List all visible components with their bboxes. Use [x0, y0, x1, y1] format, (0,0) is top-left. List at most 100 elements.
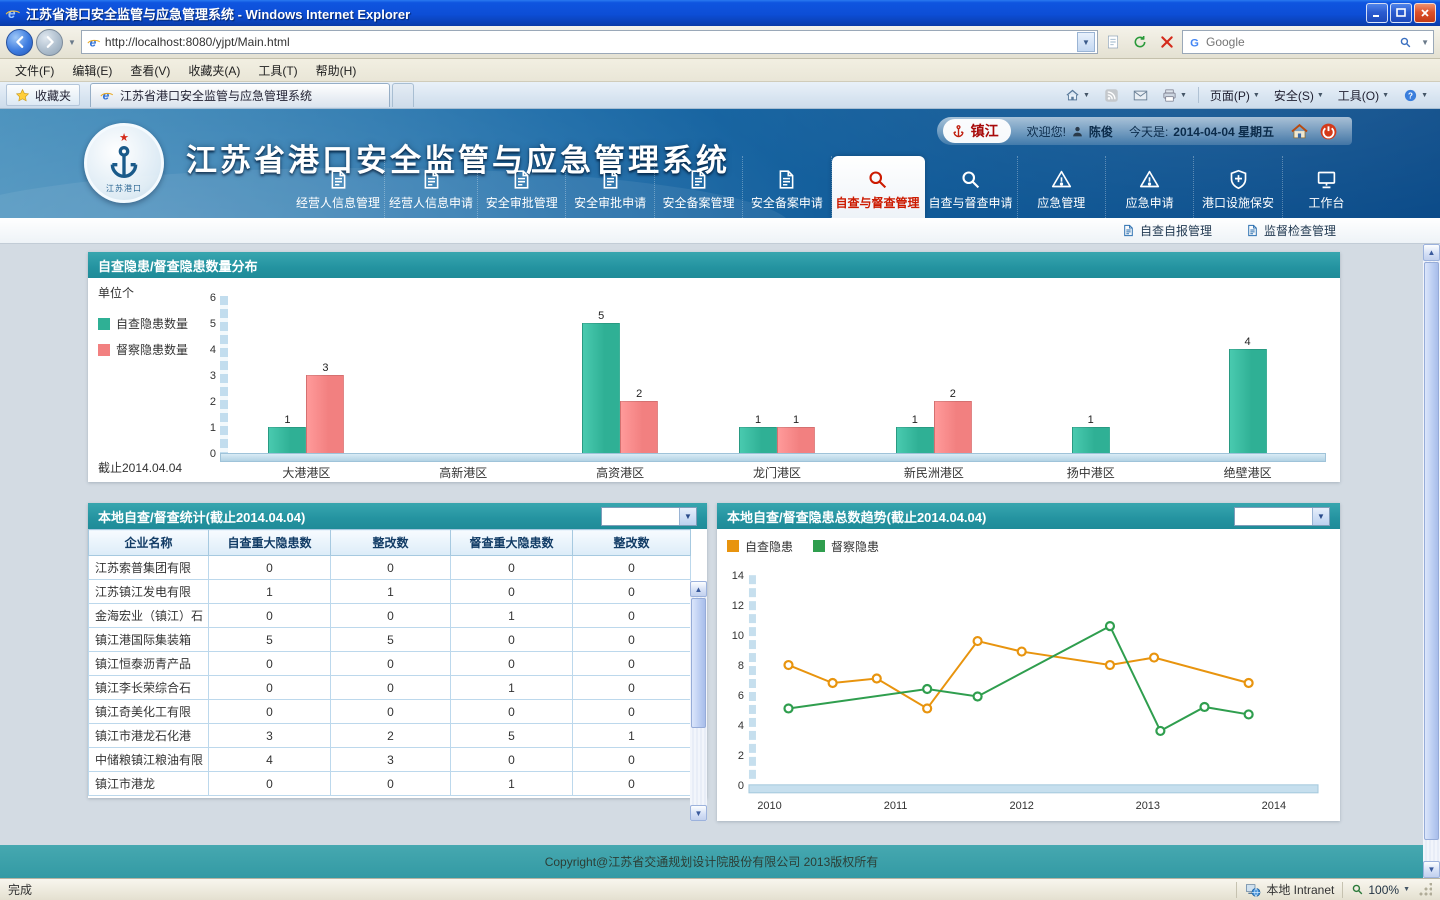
table-scroll-up-icon[interactable]: ▲: [690, 581, 707, 597]
table-row[interactable]: 镇江市港龙石化港3251: [89, 724, 691, 748]
bar[interactable]: [896, 427, 934, 453]
table-row[interactable]: 镇江市港龙0010: [89, 772, 691, 796]
trend-chart: 0246810121420102011201220132014: [727, 557, 1330, 820]
table-row[interactable]: 江苏索普集团有限0000: [89, 556, 691, 580]
home-button[interactable]: ▼: [1059, 84, 1096, 106]
value-cell: 0: [451, 556, 573, 580]
menu-item-4[interactable]: 收藏夹(A): [179, 59, 249, 82]
table-filter-combo[interactable]: ▼: [601, 507, 697, 526]
url-dropdown-icon[interactable]: ▼: [1077, 32, 1095, 52]
page-scroll-down-icon[interactable]: ▼: [1423, 861, 1440, 878]
bar[interactable]: [1229, 349, 1267, 453]
nav-item-10[interactable]: 应急申请: [1106, 156, 1194, 218]
table-row[interactable]: 镇江港国际集装箱5500: [89, 628, 691, 652]
maximize-button[interactable]: [1390, 3, 1412, 23]
svg-text:e: e: [89, 35, 96, 49]
new-tab-button[interactable]: [392, 83, 414, 107]
table-scroll-down-icon[interactable]: ▼: [690, 805, 707, 821]
favorites-button[interactable]: 收藏夹: [6, 84, 80, 106]
table-header-5[interactable]: 整改数: [573, 530, 691, 556]
print-button[interactable]: ▼: [1156, 84, 1193, 106]
menu-item-6[interactable]: 帮助(H): [307, 59, 366, 82]
table-row[interactable]: 中储粮镇江粮油有限4300: [89, 748, 691, 772]
nav-item-8[interactable]: 自查与督查申请: [925, 156, 1018, 218]
page-scrollbar[interactable]: ▲ ▼: [1423, 244, 1440, 878]
bar[interactable]: [306, 375, 344, 453]
nav-item-4[interactable]: 安全审批申请: [566, 156, 654, 218]
table-scrollbar[interactable]: ▲ ▼: [690, 581, 707, 821]
nav-item-3[interactable]: 安全审批管理: [478, 156, 566, 218]
forward-button[interactable]: [36, 29, 63, 56]
nav-item-6[interactable]: 安全备案申请: [743, 156, 831, 218]
resize-grip[interactable]: [1418, 883, 1432, 897]
compatibility-view-button[interactable]: [1101, 30, 1125, 54]
page-menu-button[interactable]: 页面(P)▼: [1204, 84, 1266, 106]
url-input[interactable]: [105, 35, 1073, 49]
table-row[interactable]: 镇江恒泰沥青产品0000: [89, 652, 691, 676]
trend-legend: 自查隐患督察隐患: [727, 535, 1330, 557]
page-scroll-thumb[interactable]: [1424, 262, 1439, 840]
stop-button[interactable]: [1155, 30, 1179, 54]
help-button[interactable]: ? ▼: [1397, 84, 1434, 106]
table-row[interactable]: 江苏镇江发电有限1100: [89, 580, 691, 604]
nav-item-7[interactable]: 自查与督查管理: [832, 156, 925, 218]
bar[interactable]: [739, 427, 777, 453]
value-cell: 0: [573, 604, 691, 628]
submenu-item-1[interactable]: 自查自报管理: [1122, 222, 1212, 239]
print-dropdown-icon[interactable]: ▼: [1180, 92, 1187, 99]
menu-item-2[interactable]: 编辑(E): [63, 59, 121, 82]
search-dropdown-icon[interactable]: ▼: [1419, 38, 1431, 47]
value-cell: 0: [209, 652, 331, 676]
table-scroll-thumb[interactable]: [691, 598, 706, 728]
home-dropdown-icon[interactable]: ▼: [1083, 92, 1090, 99]
page-scroll-up-icon[interactable]: ▲: [1423, 244, 1440, 261]
refresh-button[interactable]: [1128, 30, 1152, 54]
menu-item-3[interactable]: 查看(V): [121, 59, 179, 82]
browser-tab[interactable]: e 江苏省港口安全监管与应急管理系统: [90, 83, 390, 107]
table-row[interactable]: 镇江李长荣综合石0010: [89, 676, 691, 700]
nav-item-11[interactable]: 港口设施保安: [1194, 156, 1282, 218]
zoom-control[interactable]: 100% ▼: [1351, 883, 1410, 897]
table-header-2[interactable]: 自查重大隐患数: [209, 530, 331, 556]
company-name-cell: 镇江奇美化工有限: [89, 700, 209, 724]
bar[interactable]: [268, 427, 306, 453]
table-header-4[interactable]: 督查重大隐患数: [451, 530, 573, 556]
menu-item-1[interactable]: 文件(F): [6, 59, 63, 82]
nav-item-12[interactable]: 工作台: [1283, 156, 1370, 218]
nav-item-9[interactable]: 应急管理: [1018, 156, 1106, 218]
search-input[interactable]: [1206, 35, 1391, 49]
nav-item-2[interactable]: 经营人信息申请: [385, 156, 478, 218]
nav-item-1[interactable]: 经营人信息管理: [292, 156, 385, 218]
logout-power-icon[interactable]: [1319, 122, 1338, 141]
history-dropdown-icon[interactable]: ▼: [66, 38, 78, 47]
nav-item-label: 自查与督查管理: [836, 194, 920, 211]
menu-item-5[interactable]: 工具(T): [249, 59, 306, 82]
bar[interactable]: [934, 401, 972, 453]
table-row[interactable]: 金海宏业（镇江）石0010: [89, 604, 691, 628]
feeds-button[interactable]: [1098, 84, 1125, 106]
table-row[interactable]: 镇江奇美化工有限0000: [89, 700, 691, 724]
zoom-dropdown-icon[interactable]: ▼: [1403, 886, 1410, 893]
search-box[interactable]: G ▼: [1182, 30, 1434, 54]
address-field[interactable]: e ▼: [81, 30, 1098, 54]
bar[interactable]: [582, 323, 620, 453]
read-mail-button[interactable]: [1127, 84, 1154, 106]
table-header-3[interactable]: 整改数: [331, 530, 451, 556]
trend-filter-combo[interactable]: ▼: [1234, 507, 1330, 526]
submenu-item-2[interactable]: 监督检查管理: [1246, 222, 1336, 239]
bar-y-tick-label: 1: [200, 422, 216, 434]
safety-menu-button[interactable]: 安全(S)▼: [1268, 84, 1330, 106]
bar[interactable]: [777, 427, 815, 453]
nav-item-5[interactable]: 安全备案管理: [655, 156, 743, 218]
tools-menu-button[interactable]: 工具(O)▼: [1332, 84, 1395, 106]
bar[interactable]: [1072, 427, 1110, 453]
search-magnifier-icon[interactable]: [1395, 32, 1415, 52]
value-cell: 4: [209, 748, 331, 772]
table-panel-title: 本地自查/督查统计(截止2014.04.04): [98, 507, 305, 526]
table-header-1[interactable]: 企业名称: [89, 530, 209, 556]
portal-home-icon[interactable]: [1290, 122, 1309, 141]
minimize-button[interactable]: [1366, 3, 1388, 23]
close-button[interactable]: [1414, 3, 1436, 23]
back-button[interactable]: [6, 29, 33, 56]
bar[interactable]: [620, 401, 658, 453]
